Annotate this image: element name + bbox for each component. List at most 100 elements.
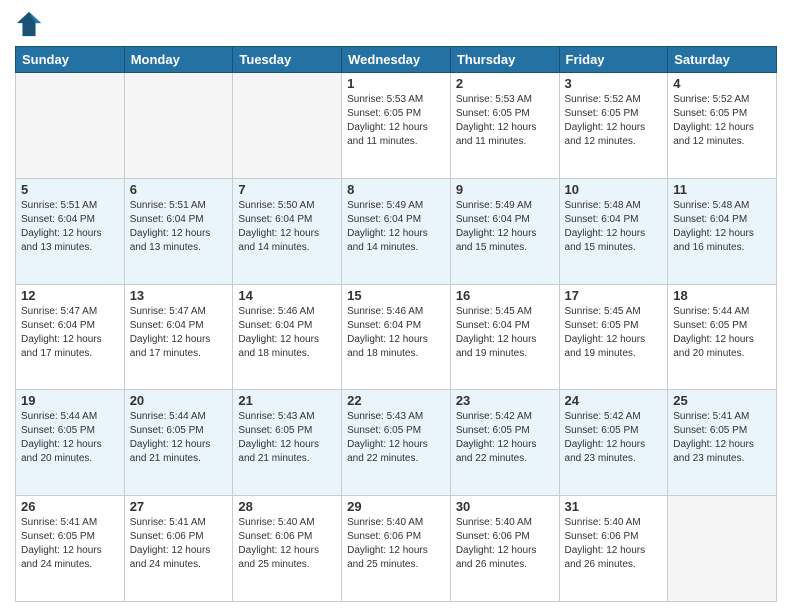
day-info: Sunrise: 5:44 AM Sunset: 6:05 PM Dayligh… <box>673 305 771 361</box>
day-info: Sunrise: 5:53 AM Sunset: 6:05 PM Dayligh… <box>347 93 445 149</box>
calendar-table: SundayMondayTuesdayWednesdayThursdayFrid… <box>15 46 777 602</box>
calendar-cell: 26 Sunrise: 5:41 AM Sunset: 6:05 PM Dayli… <box>16 496 125 602</box>
day-info: Sunrise: 5:45 AM Sunset: 6:05 PM Dayligh… <box>565 305 663 361</box>
day-number: 6 <box>130 182 228 197</box>
calendar-cell: 25 Sunrise: 5:41 AM Sunset: 6:05 PM Dayli… <box>668 390 777 496</box>
calendar-cell: 14Sunrise: 5:46 AM Sunset: 6:04 PM Dayli… <box>233 284 342 390</box>
day-number: 5 <box>21 182 119 197</box>
day-number: 12 <box>21 288 119 303</box>
day-number: 2 <box>456 76 554 91</box>
calendar-cell: 20 Sunrise: 5:44 AM Sunset: 6:05 PM Dayli… <box>124 390 233 496</box>
day-number: 23 <box>456 393 554 408</box>
calendar-cell: 17 Sunrise: 5:45 AM Sunset: 6:05 PM Dayli… <box>559 284 668 390</box>
day-info: Sunrise: 5:52 AM Sunset: 6:05 PM Dayligh… <box>673 93 771 149</box>
day-info: Sunrise: 5:41 AM Sunset: 6:05 PM Dayligh… <box>673 410 771 466</box>
weekday-thursday: Thursday <box>450 47 559 73</box>
calendar-cell <box>16 73 125 179</box>
week-row-4: 19 Sunrise: 5:44 AM Sunset: 6:05 PM Dayli… <box>16 390 777 496</box>
calendar-cell: 2Sunrise: 5:53 AM Sunset: 6:05 PM Daylig… <box>450 73 559 179</box>
day-number: 22 <box>347 393 445 408</box>
calendar-cell <box>233 73 342 179</box>
day-number: 27 <box>130 499 228 514</box>
header <box>15 10 777 38</box>
calendar-cell: 1 Sunrise: 5:53 AM Sunset: 6:05 PM Daylig… <box>342 73 451 179</box>
weekday-saturday: Saturday <box>668 47 777 73</box>
day-info: Sunrise: 5:46 AM Sunset: 6:04 PM Dayligh… <box>347 305 445 361</box>
weekday-tuesday: Tuesday <box>233 47 342 73</box>
calendar-cell: 24 Sunrise: 5:42 AM Sunset: 6:05 PM Dayli… <box>559 390 668 496</box>
calendar-cell: 22 Sunrise: 5:43 AM Sunset: 6:05 PM Dayli… <box>342 390 451 496</box>
day-info: Sunrise: 5:52 AM Sunset: 6:05 PM Dayligh… <box>565 93 663 149</box>
day-info: Sunrise: 5:44 AM Sunset: 6:05 PM Dayligh… <box>21 410 119 466</box>
page-container: SundayMondayTuesdayWednesdayThursdayFrid… <box>0 0 792 612</box>
day-number: 26 <box>21 499 119 514</box>
weekday-wednesday: Wednesday <box>342 47 451 73</box>
day-number: 29 <box>347 499 445 514</box>
day-number: 11 <box>673 182 771 197</box>
calendar-cell: 18Sunrise: 5:44 AM Sunset: 6:05 PM Dayli… <box>668 284 777 390</box>
calendar-cell: 3 Sunrise: 5:52 AM Sunset: 6:05 PM Daylig… <box>559 73 668 179</box>
calendar-cell: 8Sunrise: 5:49 AM Sunset: 6:04 PM Daylig… <box>342 178 451 284</box>
day-number: 28 <box>238 499 336 514</box>
calendar-cell: 5 Sunrise: 5:51 AM Sunset: 6:04 PM Daylig… <box>16 178 125 284</box>
day-number: 8 <box>347 182 445 197</box>
weekday-header-row: SundayMondayTuesdayWednesdayThursdayFrid… <box>16 47 777 73</box>
day-info: Sunrise: 5:51 AM Sunset: 6:04 PM Dayligh… <box>21 199 119 255</box>
day-info: Sunrise: 5:40 AM Sunset: 6:06 PM Dayligh… <box>456 516 554 572</box>
day-number: 7 <box>238 182 336 197</box>
calendar-cell: 10 Sunrise: 5:48 AM Sunset: 6:04 PM Dayli… <box>559 178 668 284</box>
calendar-cell <box>668 496 777 602</box>
day-number: 19 <box>21 393 119 408</box>
day-number: 20 <box>130 393 228 408</box>
day-info: Sunrise: 5:44 AM Sunset: 6:05 PM Dayligh… <box>130 410 228 466</box>
day-info: Sunrise: 5:41 AM Sunset: 6:05 PM Dayligh… <box>21 516 119 572</box>
day-number: 3 <box>565 76 663 91</box>
day-number: 21 <box>238 393 336 408</box>
day-number: 15 <box>347 288 445 303</box>
calendar-cell: 23Sunrise: 5:42 AM Sunset: 6:05 PM Dayli… <box>450 390 559 496</box>
weekday-friday: Friday <box>559 47 668 73</box>
calendar-cell: 4 Sunrise: 5:52 AM Sunset: 6:05 PM Daylig… <box>668 73 777 179</box>
day-number: 16 <box>456 288 554 303</box>
calendar-cell: 21Sunrise: 5:43 AM Sunset: 6:05 PM Dayli… <box>233 390 342 496</box>
day-number: 4 <box>673 76 771 91</box>
day-number: 17 <box>565 288 663 303</box>
day-number: 31 <box>565 499 663 514</box>
calendar-cell: 31Sunrise: 5:40 AM Sunset: 6:06 PM Dayli… <box>559 496 668 602</box>
day-number: 9 <box>456 182 554 197</box>
day-info: Sunrise: 5:40 AM Sunset: 6:06 PM Dayligh… <box>347 516 445 572</box>
calendar-cell: 28 Sunrise: 5:40 AM Sunset: 6:06 PM Dayli… <box>233 496 342 602</box>
day-number: 1 <box>347 76 445 91</box>
day-number: 24 <box>565 393 663 408</box>
day-info: Sunrise: 5:50 AM Sunset: 6:04 PM Dayligh… <box>238 199 336 255</box>
day-number: 10 <box>565 182 663 197</box>
day-info: Sunrise: 5:51 AM Sunset: 6:04 PM Dayligh… <box>130 199 228 255</box>
day-info: Sunrise: 5:49 AM Sunset: 6:04 PM Dayligh… <box>456 199 554 255</box>
calendar-cell: 13 Sunrise: 5:47 AM Sunset: 6:04 PM Dayli… <box>124 284 233 390</box>
day-number: 13 <box>130 288 228 303</box>
day-info: Sunrise: 5:48 AM Sunset: 6:04 PM Dayligh… <box>565 199 663 255</box>
day-info: Sunrise: 5:43 AM Sunset: 6:05 PM Dayligh… <box>347 410 445 466</box>
calendar-cell: 9 Sunrise: 5:49 AM Sunset: 6:04 PM Daylig… <box>450 178 559 284</box>
day-info: Sunrise: 5:48 AM Sunset: 6:04 PM Dayligh… <box>673 199 771 255</box>
calendar-cell: 11 Sunrise: 5:48 AM Sunset: 6:04 PM Dayli… <box>668 178 777 284</box>
day-number: 14 <box>238 288 336 303</box>
day-info: Sunrise: 5:42 AM Sunset: 6:05 PM Dayligh… <box>565 410 663 466</box>
calendar-cell: 15 Sunrise: 5:46 AM Sunset: 6:04 PM Dayli… <box>342 284 451 390</box>
day-info: Sunrise: 5:45 AM Sunset: 6:04 PM Dayligh… <box>456 305 554 361</box>
calendar-cell: 19 Sunrise: 5:44 AM Sunset: 6:05 PM Dayli… <box>16 390 125 496</box>
day-info: Sunrise: 5:47 AM Sunset: 6:04 PM Dayligh… <box>130 305 228 361</box>
calendar-cell: 12Sunrise: 5:47 AM Sunset: 6:04 PM Dayli… <box>16 284 125 390</box>
logo <box>15 10 47 38</box>
calendar-cell: 30 Sunrise: 5:40 AM Sunset: 6:06 PM Dayli… <box>450 496 559 602</box>
week-row-1: 1 Sunrise: 5:53 AM Sunset: 6:05 PM Daylig… <box>16 73 777 179</box>
week-row-3: 12 Sunrise: 5:47 AM Sunset: 6:04 PM Dayli… <box>16 284 777 390</box>
day-info: Sunrise: 5:41 AM Sunset: 6:06 PM Dayligh… <box>130 516 228 572</box>
week-row-5: 26 Sunrise: 5:41 AM Sunset: 6:05 PM Dayli… <box>16 496 777 602</box>
day-number: 30 <box>456 499 554 514</box>
calendar-cell: 6 Sunrise: 5:51 AM Sunset: 6:04 PM Daylig… <box>124 178 233 284</box>
calendar-cell: 27 Sunrise: 5:41 AM Sunset: 6:06 PM Dayli… <box>124 496 233 602</box>
day-info: Sunrise: 5:40 AM Sunset: 6:06 PM Dayligh… <box>238 516 336 572</box>
calendar-cell <box>124 73 233 179</box>
day-number: 25 <box>673 393 771 408</box>
